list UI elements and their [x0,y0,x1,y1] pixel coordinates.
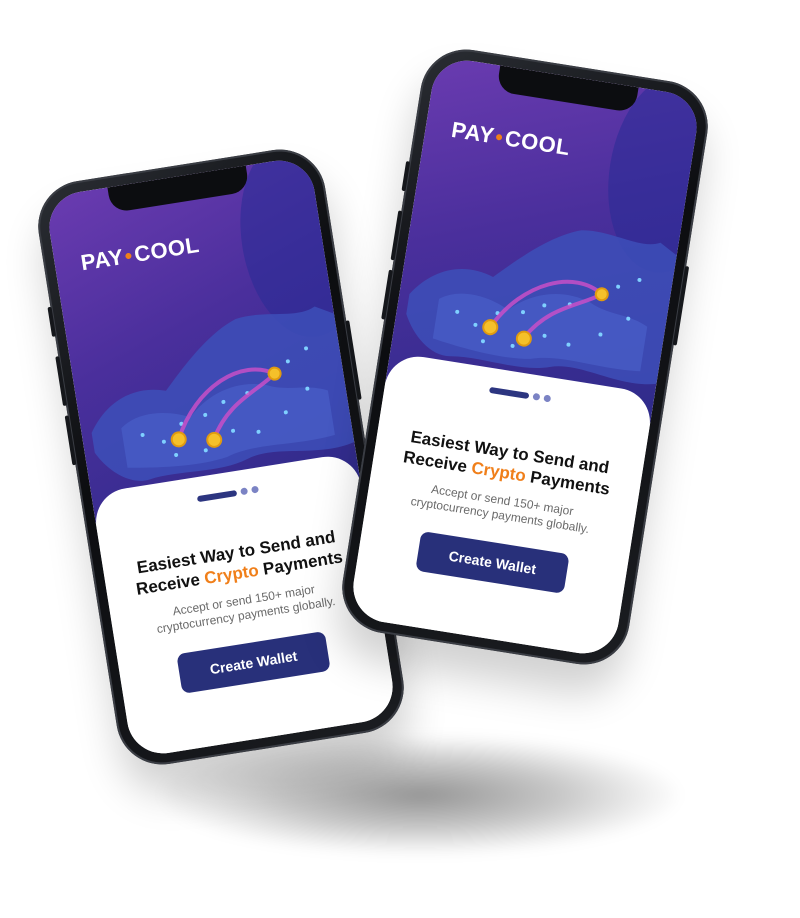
page-indicator [489,386,552,403]
phone-volume-up [55,356,68,407]
phone-right: PAY COOL Easiest Way to Send and Receive… [335,42,715,672]
brand-logo-pay: PAY [449,116,497,149]
create-wallet-button[interactable]: Create Wallet [176,630,331,694]
coin-icon [515,330,532,347]
create-wallet-button[interactable]: Create Wallet [415,530,570,594]
page-indicator-active [489,386,530,399]
phone-screen: PAY COOL Easiest Way to Send and Receive… [44,155,398,759]
coin-icon [594,287,609,302]
phone-left: PAY COOL Easiest Way to Send and Receive… [31,142,411,772]
coin-icon [267,366,282,381]
page-indicator-dot [251,485,260,494]
phone-volume-down [64,415,77,466]
brand-logo-dot [125,252,132,260]
phone-power-button [672,265,690,346]
brand-logo-cool: COOL [132,231,202,267]
coin-icon [170,431,187,448]
phone-screen: PAY COOL Easiest Way to Send and Receive… [348,55,702,659]
page-indicator-dot [543,394,552,403]
phone-silent-switch [401,161,411,192]
phone-volume-down [381,269,393,320]
brand-logo-pay: PAY [78,243,126,276]
onboarding-card: Easiest Way to Send and Receive Crypto P… [348,351,655,659]
page-indicator-active [196,489,238,502]
page-indicator-dot [532,392,541,401]
brand-logo-cool: COOL [503,125,572,161]
page-indicator [196,485,260,503]
phone-volume-up [390,210,403,261]
page-indicator-dot [240,487,249,496]
mockup-stage: PAY COOL Easiest Way to Send and Receive… [0,0,800,918]
coin-icon [206,431,223,448]
brand-logo-dot [495,133,503,141]
phone-silent-switch [47,306,57,337]
coin-icon [482,319,499,336]
phone-power-button [345,320,362,400]
floor-shadow [160,735,680,855]
